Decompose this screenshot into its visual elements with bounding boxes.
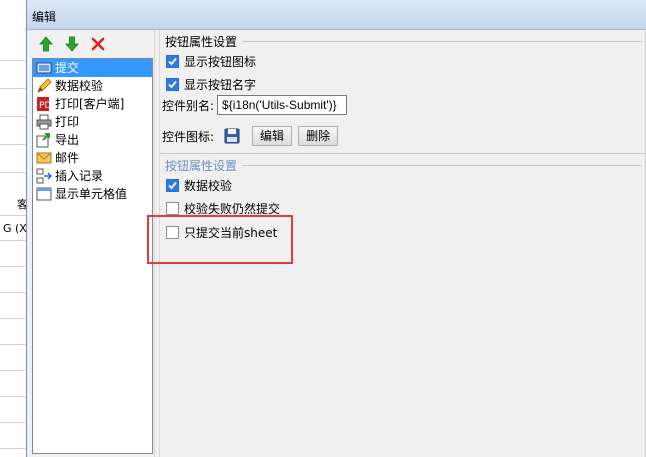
- grid-line: [0, 144, 26, 145]
- edit-dialog: 编辑 提交 数据校验 PD 打印[客户端] 打印 导出 邮件 插入记录 显示单元…: [26, 0, 646, 457]
- list-item-export[interactable]: 导出: [33, 131, 152, 149]
- list-item-label: 插入记录: [55, 169, 104, 183]
- mail-icon: [36, 150, 52, 166]
- cell-icon: [36, 186, 52, 202]
- show-icon-row: 显示按钮图标: [166, 53, 256, 70]
- grid-line: [0, 88, 26, 89]
- list-item-print[interactable]: 打印: [33, 113, 152, 131]
- list-item-label: 提交: [55, 61, 80, 75]
- alias-input[interactable]: [217, 95, 348, 115]
- grid-line: [0, 215, 26, 216]
- background-text: G (X: [3, 222, 27, 235]
- grid-line: [0, 266, 26, 267]
- validate-checkbox[interactable]: [166, 179, 179, 192]
- list-item-insert-row[interactable]: 插入记录: [33, 167, 152, 185]
- grid-line: [0, 116, 26, 117]
- grid-line: [0, 240, 26, 241]
- highlight-annotation: [147, 215, 293, 264]
- group-title-button-settings: 按钮属性设置: [165, 35, 238, 49]
- submit-icon: [36, 60, 52, 76]
- grid-line: [0, 422, 26, 423]
- list-item-mail[interactable]: 邮件: [33, 149, 152, 167]
- show-icon-label: 显示按钮图标: [184, 55, 257, 69]
- grid-line: [0, 448, 26, 449]
- list-item-label: 数据校验: [55, 79, 104, 93]
- grid-line: [0, 172, 26, 173]
- list-item-submit[interactable]: 提交: [33, 59, 152, 77]
- group-divider: [242, 165, 642, 166]
- print-client-icon: PD: [36, 96, 52, 112]
- edit-icon-button[interactable]: 编辑: [252, 126, 293, 146]
- validate-label: 数据校验: [184, 179, 233, 193]
- list-item-validate[interactable]: 数据校验: [33, 77, 152, 95]
- show-name-label: 显示按钮名字: [184, 78, 257, 92]
- printer-icon: [36, 114, 52, 130]
- list-item-label: 打印[客户端]: [55, 97, 125, 111]
- show-name-checkbox[interactable]: [166, 78, 179, 91]
- grid-line: [0, 292, 26, 293]
- svg-text:PD: PD: [39, 101, 51, 111]
- group-title-submit-settings: 按钮属性设置: [165, 159, 238, 173]
- title-bar[interactable]: 编辑: [27, 0, 646, 30]
- action-toolbar: [32, 30, 152, 58]
- grid-line: [0, 60, 26, 61]
- group-divider: [242, 41, 642, 42]
- list-item-label: 打印: [55, 115, 80, 129]
- list-item-show-cell[interactable]: 显示单元格值: [33, 185, 152, 203]
- show-name-row: 显示按钮名字: [166, 76, 256, 93]
- window-title: 编辑: [32, 10, 57, 24]
- group-divider: [160, 153, 646, 154]
- background-sheet: 客 G (X: [0, 0, 27, 457]
- delete-icon-button[interactable]: 删除: [298, 126, 339, 146]
- pencil-icon: [36, 78, 52, 94]
- action-panel: 提交 数据校验 PD 打印[客户端] 打印 导出 邮件 插入记录 显示单元格值: [32, 30, 153, 454]
- list-item-label: 显示单元格值: [55, 187, 128, 201]
- grid-line: [0, 318, 26, 319]
- action-list[interactable]: 提交 数据校验 PD 打印[客户端] 打印 导出 邮件 插入记录 显示单元格值: [32, 58, 153, 454]
- icon-label: 控件图标:: [162, 129, 215, 144]
- submit-on-fail-checkbox[interactable]: [166, 202, 179, 215]
- grid-line: [0, 396, 26, 397]
- list-item-label: 导出: [55, 133, 80, 147]
- alias-row: 控件别名:: [162, 95, 348, 115]
- export-icon: [36, 132, 52, 148]
- icon-row: 控件图标: 编辑 删除: [162, 126, 339, 146]
- alias-label: 控件别名:: [162, 98, 215, 113]
- arrow-up-icon[interactable]: [37, 35, 55, 53]
- insert-row-icon: [36, 168, 53, 184]
- grid-line: [0, 370, 26, 371]
- grid-line: [0, 344, 26, 345]
- arrow-down-icon[interactable]: [63, 35, 81, 53]
- save-icon: [224, 128, 240, 144]
- show-icon-checkbox[interactable]: [166, 55, 179, 68]
- delete-icon[interactable]: [89, 35, 107, 53]
- list-item-print-client[interactable]: PD 打印[客户端]: [33, 95, 152, 113]
- list-item-label: 邮件: [55, 151, 80, 165]
- validate-row: 数据校验: [166, 177, 232, 194]
